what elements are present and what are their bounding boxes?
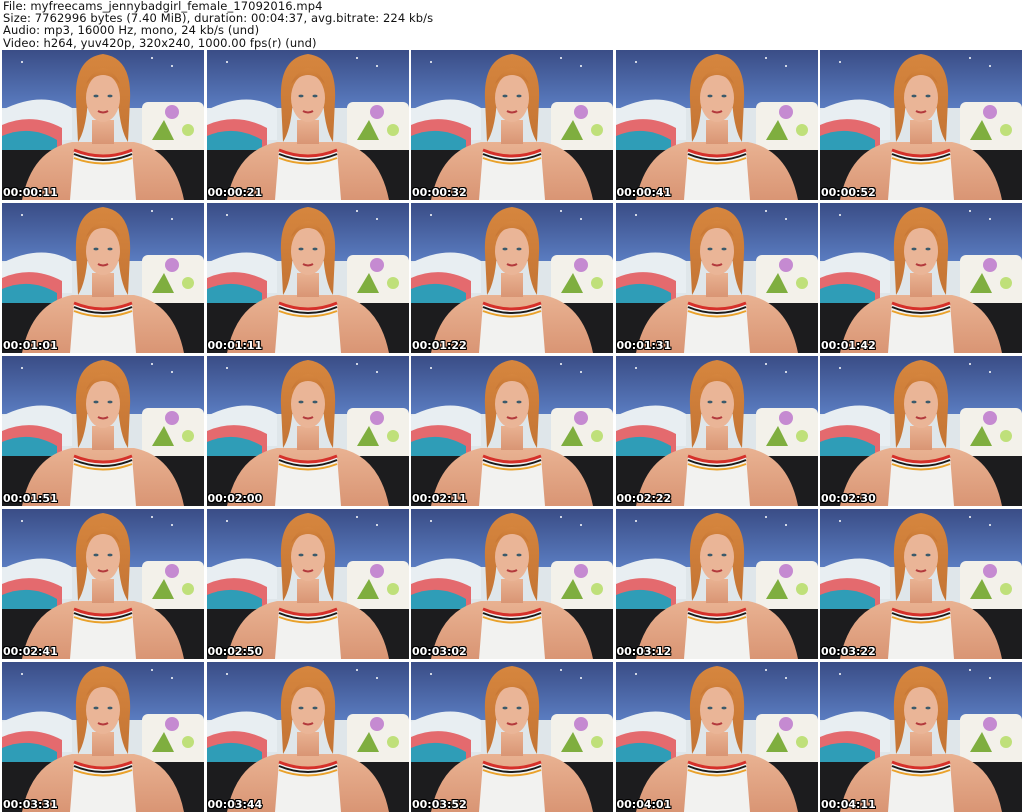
timestamp-label: 00:00:41 — [616, 186, 672, 199]
video-thumbnail: 00:02:00 — [206, 356, 409, 506]
audio-info-line: Audio: mp3, 16000 Hz, mono, 24 kb/s (und… — [3, 23, 260, 38]
timestamp-label: 00:04:11 — [821, 798, 876, 811]
timestamp-label: 00:02:50 — [207, 645, 263, 658]
timestamp-label: 00:02:00 — [207, 492, 263, 505]
timestamp-label: 00:00:32 — [412, 186, 467, 199]
video-thumbnail: 00:01:22 — [411, 203, 613, 353]
frame-image — [2, 203, 204, 353]
timestamp-label: 00:02:41 — [3, 645, 58, 658]
timestamp-label: 00:03:44 — [207, 798, 263, 811]
timestamp-label: 00:01:42 — [821, 339, 876, 352]
frame-image — [820, 662, 1022, 812]
frame-image — [2, 509, 204, 659]
timestamp-label: 00:01:22 — [412, 339, 467, 352]
frame-image — [411, 662, 613, 812]
video-thumbnail: 00:00:11 — [2, 50, 204, 200]
video-thumbnail: 00:03:02 — [411, 509, 613, 659]
frame-image — [820, 509, 1022, 659]
frame-image — [615, 50, 818, 200]
video-thumbnail: 00:03:12 — [615, 509, 818, 659]
frame-image — [411, 50, 613, 200]
video-thumbnail: 00:01:51 — [2, 356, 204, 506]
timestamp-label: 00:01:31 — [616, 339, 672, 352]
video-thumbnail: 00:02:41 — [2, 509, 204, 659]
video-thumbnail: 00:00:41 — [615, 50, 818, 200]
timestamp-label: 00:02:11 — [412, 492, 467, 505]
video-info-line: Video: h264, yuv420p, 320x240, 1000.00 f… — [3, 35, 317, 50]
timestamp-label: 00:03:31 — [3, 798, 58, 811]
video-thumbnail: 00:03:44 — [206, 662, 409, 812]
frame-image — [206, 356, 409, 506]
frame-image — [2, 356, 204, 506]
frame-image — [820, 356, 1022, 506]
video-thumbnail: 00:03:52 — [411, 662, 613, 812]
video-thumbnail: 00:00:21 — [206, 50, 409, 200]
video-thumbnail: 00:04:01 — [615, 662, 818, 812]
frame-image — [615, 509, 818, 659]
frame-image — [2, 662, 204, 812]
video-thumbnail: 00:01:31 — [615, 203, 818, 353]
frame-image — [411, 509, 613, 659]
file-info-header: File: myfreecams_jennybadgirl_female_170… — [3, 0, 1021, 50]
frame-image — [615, 356, 818, 506]
frame-image — [820, 50, 1022, 200]
video-thumbnail: 00:02:11 — [411, 356, 613, 506]
timestamp-label: 00:03:52 — [412, 798, 467, 811]
timestamp-label: 00:02:30 — [821, 492, 876, 505]
frame-image — [411, 203, 613, 353]
video-thumbnail: 00:02:30 — [820, 356, 1022, 506]
thumbnail-grid: 00:00:11 00:00:21 00:00:32 00:00:41 00:0… — [2, 50, 1022, 812]
timestamp-label: 00:03:02 — [412, 645, 467, 658]
frame-image — [206, 662, 409, 812]
timestamp-label: 00:01:01 — [3, 339, 58, 352]
frame-image — [206, 509, 409, 659]
frame-image — [615, 662, 818, 812]
frame-image — [820, 203, 1022, 353]
video-thumbnail: 00:02:22 — [615, 356, 818, 506]
video-thumbnail: 00:01:11 — [206, 203, 409, 353]
timestamp-label: 00:01:51 — [3, 492, 58, 505]
video-thumbnail: 00:03:22 — [820, 509, 1022, 659]
timestamp-label: 00:00:21 — [207, 186, 263, 199]
timestamp-label: 00:03:12 — [616, 645, 672, 658]
video-thumbnail: 00:01:42 — [820, 203, 1022, 353]
timestamp-label: 00:00:52 — [821, 186, 876, 199]
timestamp-label: 00:02:22 — [616, 492, 672, 505]
timestamp-label: 00:04:01 — [616, 798, 672, 811]
frame-image — [615, 203, 818, 353]
video-thumbnail: 00:04:11 — [820, 662, 1022, 812]
frame-image — [411, 356, 613, 506]
timestamp-label: 00:03:22 — [821, 645, 876, 658]
frame-image — [206, 50, 409, 200]
video-thumbnail: 00:00:52 — [820, 50, 1022, 200]
frame-image — [2, 50, 204, 200]
video-thumbnail: 00:01:01 — [2, 203, 204, 353]
video-thumbnail: 00:02:50 — [206, 509, 409, 659]
timestamp-label: 00:00:11 — [3, 186, 58, 199]
timestamp-label: 00:01:11 — [207, 339, 263, 352]
frame-image — [206, 203, 409, 353]
video-thumbnail: 00:00:32 — [411, 50, 613, 200]
video-thumbnail: 00:03:31 — [2, 662, 204, 812]
